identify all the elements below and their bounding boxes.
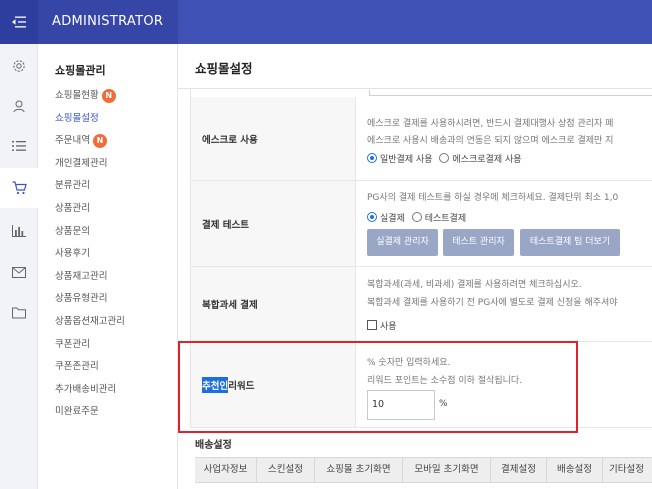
- folder-icon: [12, 307, 26, 319]
- sidebar-item-label: 상품문의: [55, 225, 90, 237]
- new-badge: N: [101, 89, 116, 103]
- sidebar-item[interactable]: 상품문의: [55, 224, 90, 240]
- highlight-annotation-box: [178, 341, 578, 433]
- sidebar-item-label: 쇼핑몰현황: [55, 90, 99, 101]
- sidebar-item-label: 주문내역: [55, 135, 90, 147]
- sidebar-item-label: 사용후기: [55, 248, 90, 260]
- user-icon: [13, 100, 25, 113]
- main-content: 쇼핑몰설정 에스크로 사용 에스크로 결제를 사용하시려면, 반드시 결제대행사…: [178, 44, 652, 489]
- sidebar-item-label: 쿠폰관리: [55, 338, 90, 350]
- sidebar-item[interactable]: 추가배송비관리: [55, 382, 116, 398]
- sidebar-item[interactable]: 분류관리: [55, 178, 90, 194]
- sidebar-item-label: 미완료주문: [55, 406, 99, 418]
- general-payment-radio[interactable]: [367, 153, 377, 163]
- real-payment-label[interactable]: 실결제: [380, 214, 405, 224]
- complex-tax-use-checkbox[interactable]: [367, 320, 377, 330]
- rail-stats-button[interactable]: [0, 211, 38, 251]
- shipping-section-title: 배송설정: [195, 440, 232, 451]
- sidebar-item-label: 상품옵션재고관리: [55, 316, 125, 327]
- sidebar-item[interactable]: 사용후기: [55, 246, 90, 262]
- test-payment-label[interactable]: 테스트결제: [425, 214, 466, 224]
- bar-chart-icon: [12, 225, 26, 237]
- escrow-options: 일반결제 사용 에스크로결제 사용: [367, 152, 526, 165]
- rail-files-button[interactable]: [0, 293, 38, 333]
- top-bar: ADMINISTRATOR: [0, 0, 652, 44]
- tab-mobile-home[interactable]: 모바일 초기화면: [403, 458, 491, 482]
- sidebar-item-label: 추가배송비관리: [55, 383, 117, 395]
- payment-test-desc: PG사의 결제 테스트를 하실 경우에 체크하세요. 결제단위 최소 1,0: [367, 193, 619, 203]
- sidebar-item[interactable]: 상품옵션재고관리: [55, 314, 125, 330]
- sidebar-item-label: 상품유형관리: [55, 293, 108, 305]
- payment-test-options: 실결제 테스트결제: [367, 211, 470, 224]
- sidebar-item[interactable]: 개인결제관리: [55, 156, 107, 172]
- tab-payment-settings[interactable]: 결제설정: [491, 458, 547, 482]
- sidebar-title: 쇼핑몰관리: [55, 64, 106, 77]
- sidebar-item[interactable]: 미완료주문: [55, 404, 99, 420]
- test-payment-radio[interactable]: [411, 212, 422, 222]
- payment-test-content: PG사의 결제 테스트를 하실 경우에 체크하세요. 결제단위 최소 1,0 실…: [367, 181, 652, 266]
- sidebar-item-label: 분류관리: [55, 180, 90, 192]
- tab-skin-settings[interactable]: 스킨설정: [257, 458, 315, 482]
- complex-tax-desc-2: 복합과세 결제를 사용하기 전 PG사에 별도로 결제 신청을 해주셔야: [367, 298, 618, 308]
- tab-other-settings[interactable]: 기타설정: [603, 458, 652, 482]
- sidebar-item[interactable]: 상품유형관리: [55, 291, 107, 307]
- complex-tax-row: 복합과세 결제 복합과세(과세, 비과세) 결제를 사용하려면 체크하십시오. …: [191, 267, 652, 342]
- test-payment-admin-button[interactable]: 테스트 관리자: [443, 229, 514, 256]
- rail-shop-button[interactable]: [0, 168, 39, 208]
- settings-tabs: 사업자정보 스킨설정 쇼핑몰 초기화면 모바일 초기화면 결제설정 배송설정 기…: [195, 457, 652, 483]
- sidebar-item[interactable]: 상품관리: [55, 201, 90, 217]
- list-icon: [12, 141, 26, 151]
- escrow-payment-radio[interactable]: [439, 153, 450, 163]
- sidebar-item-label: 상품재고관리: [55, 270, 108, 282]
- rail-member-button[interactable]: [0, 86, 38, 126]
- menu-collapse-button[interactable]: [0, 0, 38, 44]
- sidebar-item-label: 쇼핑몰설정: [55, 112, 99, 124]
- payment-test-row: 결제 테스트 PG사의 결제 테스트를 하실 경우에 체크하세요. 결제단위 최…: [191, 181, 652, 267]
- sidebar-item-label: 개인결제관리: [55, 157, 108, 169]
- cut-off-input[interactable]: [369, 90, 652, 96]
- cart-icon: [12, 181, 27, 195]
- icon-rail: [0, 44, 39, 489]
- sidebar-item[interactable]: 쿠폰관리: [55, 337, 90, 353]
- sidebar-item[interactable]: 쇼핑몰현황 N: [55, 88, 116, 104]
- escrow-desc-1: 에스크로 결제를 사용하시려면, 반드시 결제대행사 상점 관리자 페: [367, 119, 614, 129]
- complex-tax-content: 복합과세(과세, 비과세) 결제를 사용하려면 체크하십시오. 복합과세 결제를…: [367, 267, 652, 341]
- real-payment-admin-button[interactable]: 실결제 관리자: [367, 229, 438, 256]
- complex-tax-label: 복합과세 결제: [191, 267, 356, 341]
- rail-settings-button[interactable]: [0, 46, 38, 86]
- sidebar-item[interactable]: 쿠폰존관리: [55, 359, 99, 375]
- sidebar-item[interactable]: 상품재고관리: [55, 269, 107, 285]
- escrow-label: 에스크로 사용: [191, 97, 356, 180]
- mail-icon: [12, 266, 26, 278]
- complex-tax-use-label[interactable]: 사용: [380, 322, 397, 332]
- test-payment-tips-button[interactable]: 테스트결제 팁 더보기: [520, 229, 620, 256]
- brand-title[interactable]: ADMINISTRATOR: [38, 0, 178, 44]
- rail-mail-button[interactable]: [0, 252, 38, 292]
- complex-tax-use: 사용: [367, 319, 401, 332]
- sidebar-item[interactable]: 주문내역 N: [55, 133, 107, 149]
- payment-test-label: 결제 테스트: [191, 181, 356, 266]
- page-title: 쇼핑몰설정: [195, 61, 253, 76]
- escrow-desc-2: 에스크로 사용시 배송과의 연동은 되지 않으며 에스크로 결제만 지: [367, 136, 614, 146]
- menu-collapse-icon: [12, 16, 26, 28]
- sidebar: 쇼핑몰관리 쇼핑몰현황 N 쇼핑몰설정 주문내역 N 개인결제관리 분류관리 상품관리 상품문의…: [38, 44, 178, 489]
- tab-business-info[interactable]: 사업자정보: [195, 458, 257, 482]
- sidebar-item-label: 쿠폰존관리: [55, 361, 99, 373]
- sidebar-item[interactable]: 쇼핑몰설정: [55, 111, 99, 127]
- real-payment-radio[interactable]: [367, 212, 377, 222]
- sidebar-item-label: 상품관리: [55, 203, 90, 214]
- escrow-row: 에스크로 사용 에스크로 결제를 사용하시려면, 반드시 결제대행사 상점 관리…: [191, 97, 652, 181]
- complex-tax-desc-1: 복합과세(과세, 비과세) 결제를 사용하려면 체크하십시오.: [367, 280, 582, 290]
- escrow-content: 에스크로 결제를 사용하시려면, 반드시 결제대행사 상점 관리자 페 에스크로…: [367, 97, 652, 180]
- new-badge: N: [92, 134, 107, 149]
- rail-board-button[interactable]: [0, 126, 38, 166]
- general-payment-label[interactable]: 일반결제 사용: [380, 155, 433, 165]
- gear-icon: [13, 60, 25, 72]
- escrow-payment-label[interactable]: 에스크로결제 사용: [452, 155, 521, 165]
- tab-shop-home[interactable]: 쇼핑몰 초기화면: [315, 458, 403, 482]
- tab-shipping-settings[interactable]: 배송설정: [547, 458, 603, 482]
